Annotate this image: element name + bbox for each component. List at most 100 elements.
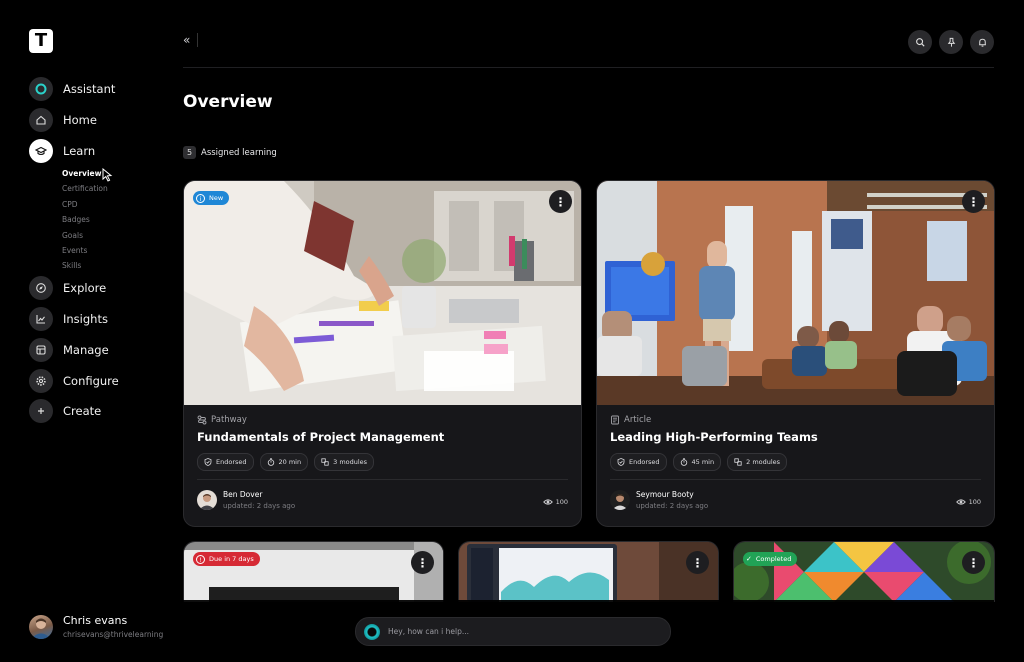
sidebar-item-label: Create <box>63 404 102 418</box>
more-vertical-icon: ⋮ <box>967 194 980 209</box>
grid-icon <box>29 338 53 362</box>
sidebar-item-label: Home <box>63 113 97 127</box>
eye-icon <box>955 499 966 505</box>
submenu-item-badges[interactable]: Badges <box>62 212 108 227</box>
badge-label: Completed <box>755 555 792 563</box>
app-window: T Assistant Home Learn Overview Certific… <box>0 0 1024 662</box>
sidebar-item-create[interactable]: Create <box>29 399 101 423</box>
sidebar-item-manage[interactable]: Manage <box>29 338 109 362</box>
card-author: Ben Dover updated: 2 days ago <box>197 490 295 510</box>
pathway-icon <box>197 415 207 425</box>
chip-modules: 3 modules <box>314 453 375 471</box>
learning-card-analytics[interactable]: ⋮ <box>458 541 719 602</box>
sidebar-item-label: Learn <box>63 144 96 158</box>
user-profile[interactable]: Chris evans chrisevans@thrivelearning <box>29 614 163 639</box>
learning-card-high-performing-teams[interactable]: ⋮ Article Leading High-Performing Teams … <box>596 180 995 527</box>
mouse-cursor-icon <box>102 168 113 182</box>
author-avatar <box>197 490 217 510</box>
status-badge-completed: ✓ Completed <box>743 552 798 566</box>
search-button[interactable] <box>908 30 932 54</box>
sidebar-item-label: Insights <box>63 312 108 326</box>
card-thumbnail <box>184 181 581 405</box>
submenu-item-goals[interactable]: Goals <box>62 228 108 243</box>
more-vertical-icon: ⋮ <box>554 194 567 209</box>
card-thumbnail <box>459 542 718 602</box>
user-email: chrisevans@thrivelearning <box>63 630 164 639</box>
pin-icon <box>947 37 955 47</box>
card-divider <box>610 479 981 480</box>
card-more-options-button[interactable]: ⋮ <box>962 190 985 213</box>
sidebar-item-label: Manage <box>63 343 109 357</box>
sidebar-item-home[interactable]: Home <box>29 108 97 132</box>
sidebar-item-explore[interactable]: Explore <box>29 276 106 300</box>
submenu-item-events[interactable]: Events <box>62 243 108 258</box>
plus-icon <box>29 399 53 423</box>
assistant-orb-icon <box>364 623 380 640</box>
author-avatar <box>610 490 630 510</box>
learning-card-project-management[interactable]: i New ⋮ Pathway Fundamentals of Project … <box>183 180 582 527</box>
sidebar-item-configure[interactable]: Configure <box>29 369 119 393</box>
collapse-sidebar-button[interactable]: « <box>183 33 190 47</box>
submenu-item-certification[interactable]: Certification <box>62 181 108 196</box>
chart-line-icon <box>29 307 53 331</box>
learning-card-due[interactable]: ! Due in 7 days ⋮ <box>183 541 444 602</box>
gear-icon <box>29 369 53 393</box>
more-vertical-icon: ⋮ <box>416 555 429 570</box>
card-title: Leading High-Performing Teams <box>610 430 818 444</box>
shield-check-icon <box>204 458 212 466</box>
submenu-item-cpd[interactable]: CPD <box>62 197 108 212</box>
assistant-input[interactable] <box>386 626 660 637</box>
stopwatch-icon <box>680 458 687 466</box>
badge-label: Due in 7 days <box>209 555 254 563</box>
badge-label: New <box>209 194 224 202</box>
more-vertical-icon: ⋮ <box>967 555 980 570</box>
card-type-label: Article <box>624 415 652 425</box>
chip-duration: 45 min <box>672 453 722 471</box>
sidebar-item-label: Configure <box>63 374 119 388</box>
check-icon: ✓ <box>746 555 752 563</box>
pin-button[interactable] <box>939 30 963 54</box>
assistant-orb-icon <box>29 77 53 101</box>
updated-time: updated: 2 days ago <box>636 502 709 510</box>
shield-check-icon <box>617 458 625 466</box>
card-more-options-button[interactable]: ⋮ <box>411 551 434 574</box>
submenu-item-skills[interactable]: Skills <box>62 258 108 273</box>
home-icon <box>29 108 53 132</box>
compass-icon <box>29 276 53 300</box>
clock-icon: ! <box>196 554 205 564</box>
card-more-options-button[interactable]: ⋮ <box>962 551 985 574</box>
chip-endorsed: Endorsed <box>197 453 254 471</box>
sidebar-item-label: Assistant <box>63 82 116 96</box>
status-badge-new: i New <box>193 191 230 205</box>
search-icon <box>915 37 925 47</box>
info-icon: i <box>196 193 205 203</box>
view-count: 100 <box>955 497 981 507</box>
sidebar-item-learn[interactable]: Learn <box>29 139 95 163</box>
card-more-options-button[interactable]: ⋮ <box>686 551 709 574</box>
author-name: Ben Dover <box>223 490 263 499</box>
learning-card-completed[interactable]: ✓ Completed ⋮ <box>733 541 995 602</box>
sidebar-item-assistant[interactable]: Assistant <box>29 77 115 101</box>
card-more-options-button[interactable]: ⋮ <box>549 190 572 213</box>
header-separator <box>183 67 994 68</box>
updated-time: updated: 2 days ago <box>223 502 296 510</box>
sidebar: T Assistant Home Learn Overview Certific… <box>0 0 165 662</box>
chip-duration: 20 min <box>259 453 309 471</box>
card-thumbnail <box>184 542 443 602</box>
user-name: Chris evans <box>63 614 128 627</box>
notifications-button[interactable] <box>970 30 994 54</box>
card-meta-chips: Endorsed 20 min 3 modules <box>197 453 380 471</box>
chip-modules: 2 modules <box>727 453 788 471</box>
modules-icon <box>321 458 329 466</box>
app-logo[interactable]: T <box>29 29 53 53</box>
page-title: Overview <box>183 92 273 112</box>
article-icon <box>611 415 619 425</box>
card-type-label: Pathway <box>211 415 247 425</box>
assigned-count-badge: 5 <box>183 146 196 159</box>
more-vertical-icon: ⋮ <box>691 555 704 570</box>
assistant-chat-bar[interactable] <box>355 617 671 646</box>
header-divider <box>197 33 198 47</box>
stopwatch-icon <box>267 458 274 466</box>
card-type: Pathway <box>197 415 247 425</box>
sidebar-item-insights[interactable]: Insights <box>29 307 108 331</box>
